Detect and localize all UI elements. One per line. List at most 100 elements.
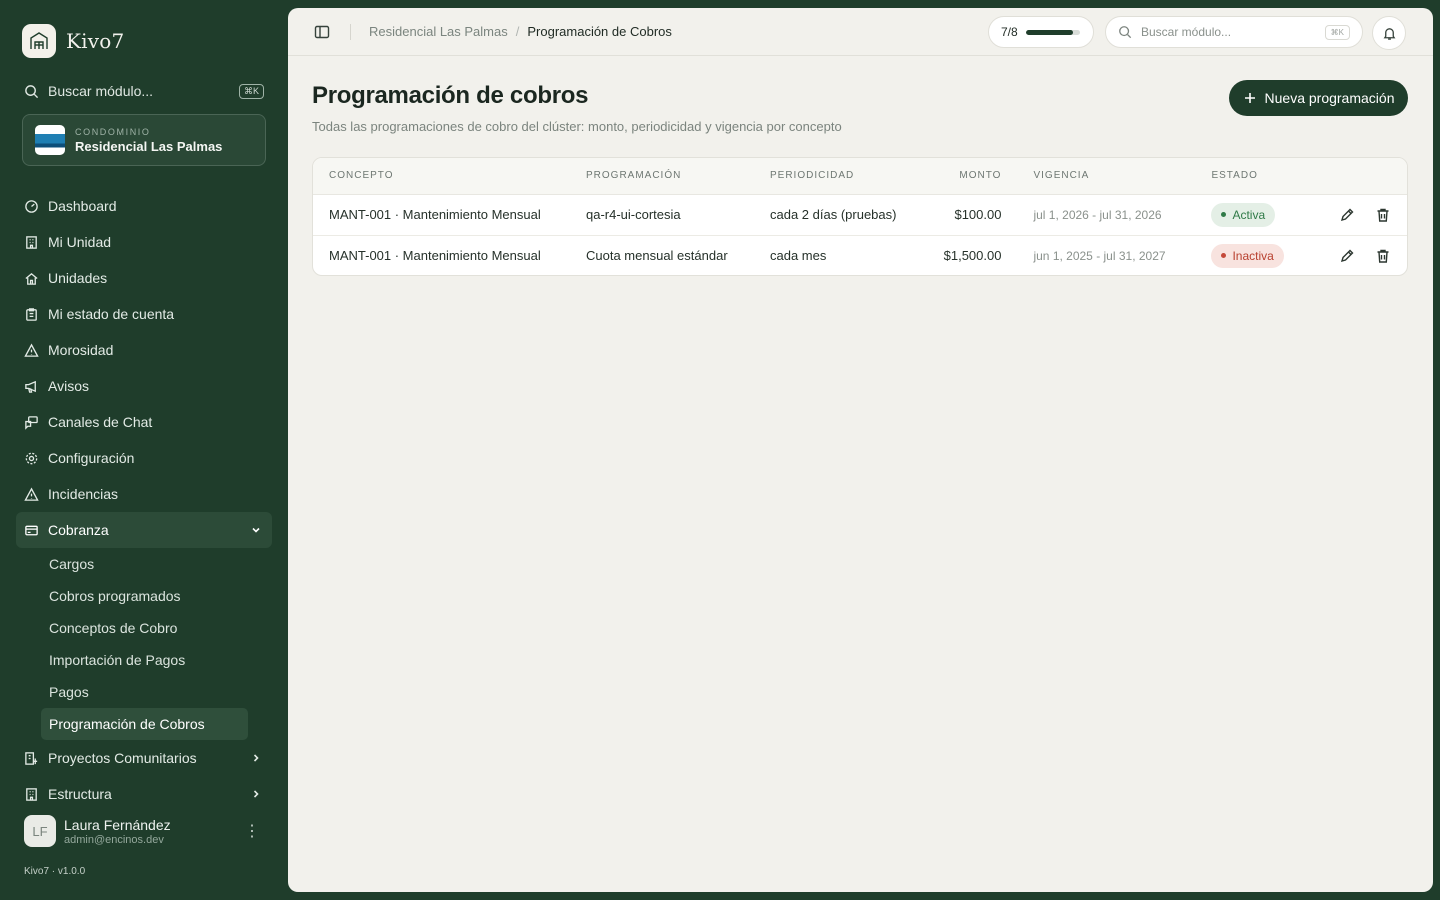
shortcut-badge: ⌘K bbox=[1324, 24, 1350, 40]
cell-estado: Activa bbox=[1195, 194, 1307, 235]
gear-icon bbox=[25, 452, 38, 464]
building-icon bbox=[26, 787, 37, 801]
sidebar-item-avisos[interactable]: Avisos bbox=[16, 368, 272, 404]
status-dot bbox=[1221, 212, 1227, 217]
sidebar-subitem-cobros-programados[interactable]: Cobros programados bbox=[41, 580, 248, 612]
avatar: LF bbox=[24, 815, 56, 847]
condo-switcher[interactable]: CONDOMINIO Residencial Las Palmas bbox=[22, 114, 266, 166]
main-panel: Residencial Las Palmas / Programación de… bbox=[288, 8, 1433, 892]
column-header-actions bbox=[1307, 158, 1407, 194]
column-header[interactable]: VIGENCIA bbox=[1017, 158, 1195, 194]
edit-button[interactable] bbox=[1339, 207, 1355, 223]
sidebar: Kivo7 Buscar módulo... ⌘K CONDOMINIO Res… bbox=[0, 0, 288, 900]
cell-periodicidad: cada mes bbox=[770, 248, 827, 264]
divider bbox=[350, 23, 351, 40]
sidebar-subitem-conceptos-cobro[interactable]: Conceptos de Cobro bbox=[41, 612, 248, 644]
cell-estado: Inactiva bbox=[1195, 235, 1307, 275]
breadcrumb-parent[interactable]: Residencial Las Palmas bbox=[369, 24, 508, 39]
onboarding-progress[interactable]: 7/8 bbox=[988, 16, 1094, 48]
cell-actions bbox=[1307, 194, 1407, 235]
condo-kicker: CONDOMINIO bbox=[75, 126, 151, 137]
pencil-icon bbox=[1340, 249, 1354, 262]
topbar: Residencial Las Palmas / Programación de… bbox=[288, 8, 1433, 56]
sidebar-toggle-button[interactable] bbox=[312, 22, 332, 42]
trash-icon bbox=[1377, 208, 1389, 222]
sidebar-subitem-importacion-pagos[interactable]: Importación de Pagos bbox=[41, 644, 248, 676]
delete-button[interactable] bbox=[1375, 207, 1391, 223]
breadcrumb-current: Programación de Cobros bbox=[527, 24, 672, 39]
sidebar-item-label: Incidencias bbox=[48, 486, 119, 502]
user-menu[interactable]: LF Laura Fernández admin@encinos.dev ⋮ bbox=[24, 815, 268, 847]
sidebar-item-label: Configuración bbox=[48, 450, 135, 466]
warning-icon bbox=[24, 342, 39, 357]
sidebar-item-label: Estructura bbox=[48, 786, 112, 802]
sidebar-search[interactable]: Buscar módulo... ⌘K bbox=[24, 80, 264, 102]
sidebar-subitem-cargos[interactable]: Cargos bbox=[41, 548, 248, 580]
status-badge: Activa bbox=[1211, 202, 1276, 227]
new-schedule-button[interactable]: Nueva programación bbox=[1229, 80, 1408, 116]
sidebar-item-configuracion[interactable]: Configuración bbox=[16, 440, 272, 476]
search-icon bbox=[1119, 26, 1132, 39]
sidebar-nav: Dashboard Mi Unidad Unidades Mi estado d… bbox=[16, 188, 272, 812]
cell-programacion: Cuota mensual estándar bbox=[586, 248, 728, 264]
sidebar-item-morosidad[interactable]: Morosidad bbox=[16, 332, 272, 368]
chevron-down-icon bbox=[252, 527, 260, 533]
plus-icon bbox=[1244, 93, 1255, 103]
gauge-icon bbox=[25, 199, 38, 213]
column-header[interactable]: ESTADO bbox=[1195, 158, 1307, 194]
pencil-icon bbox=[1340, 208, 1354, 221]
status-dot bbox=[1221, 253, 1227, 259]
building-plus-icon bbox=[25, 751, 38, 765]
cell-concepto: MANT-001 · Mantenimiento Mensual bbox=[329, 248, 541, 264]
sidebar-subitem-programacion-cobros[interactable]: Programación de Cobros bbox=[41, 708, 248, 740]
table-row[interactable]: MANT-001 · Mantenimiento Mensual qa-r4-u… bbox=[313, 194, 1407, 235]
sidebar-item-estructura[interactable]: Estructura bbox=[16, 776, 272, 812]
cobranza-submenu: Cargos Cobros programados Conceptos de C… bbox=[16, 548, 272, 740]
sidebar-toggle-icon bbox=[314, 25, 330, 38]
sidebar-item-canales-chat[interactable]: Canales de Chat bbox=[16, 404, 272, 440]
sidebar-item-estado-cuenta[interactable]: Mi estado de cuenta bbox=[16, 296, 272, 332]
status-badge: Inactiva bbox=[1211, 243, 1284, 268]
cell-vigencia: jun 1, 2025 - jul 31, 2027 bbox=[1033, 248, 1166, 263]
search-icon bbox=[25, 84, 39, 98]
kebab-menu-icon[interactable]: ⋮ bbox=[244, 821, 260, 841]
new-schedule-label: Nueva programación bbox=[1264, 90, 1395, 106]
home-icon bbox=[25, 272, 38, 285]
sidebar-item-label: Morosidad bbox=[48, 342, 114, 358]
notifications-button[interactable] bbox=[1372, 16, 1406, 50]
sidebar-item-dashboard[interactable]: Dashboard bbox=[16, 188, 272, 224]
breadcrumb: Residencial Las Palmas / Programación de… bbox=[369, 24, 672, 39]
brand[interactable]: Kivo7 bbox=[22, 24, 124, 58]
trash-icon bbox=[1377, 249, 1389, 263]
sidebar-item-label: Mi estado de cuenta bbox=[48, 306, 175, 322]
sidebar-item-incidencias[interactable]: Incidencias bbox=[16, 476, 272, 512]
column-header[interactable]: CONCEPTO bbox=[313, 158, 570, 194]
delete-button[interactable] bbox=[1375, 248, 1391, 264]
cell-actions bbox=[1307, 235, 1407, 275]
megaphone-icon bbox=[25, 380, 36, 393]
warning-icon bbox=[24, 486, 39, 501]
column-header[interactable]: MONTO bbox=[912, 158, 1017, 194]
table-header-row: CONCEPTO PROGRAMACIÓN PERIODICIDAD MONTO… bbox=[313, 158, 1407, 194]
column-header[interactable]: PROGRAMACIÓN bbox=[570, 158, 754, 194]
chevron-right-icon bbox=[253, 790, 259, 798]
sidebar-item-unidades[interactable]: Unidades bbox=[16, 260, 272, 296]
condo-name: Residencial Las Palmas bbox=[75, 138, 223, 154]
cell-periodicidad: cada 2 días (pruebas) bbox=[770, 207, 897, 222]
table-row[interactable]: MANT-001 · Mantenimiento Mensual Cuota m… bbox=[313, 235, 1407, 275]
column-header[interactable]: PERIODICIDAD bbox=[754, 158, 912, 194]
sidebar-item-label: Mi Unidad bbox=[48, 234, 112, 250]
edit-button[interactable] bbox=[1339, 248, 1355, 264]
sidebar-subitem-pagos[interactable]: Pagos bbox=[41, 676, 248, 708]
sidebar-item-proyectos[interactable]: Proyectos Comunitarios bbox=[16, 740, 272, 776]
sidebar-item-label: Canales de Chat bbox=[48, 414, 153, 430]
user-name: Laura Fernández bbox=[64, 816, 171, 833]
condo-image bbox=[35, 125, 65, 155]
brand-name: Kivo7 bbox=[66, 29, 125, 53]
sidebar-item-cobranza[interactable]: Cobranza bbox=[16, 512, 272, 548]
sidebar-item-mi-unidad[interactable]: Mi Unidad bbox=[16, 224, 272, 260]
page-subtitle: Todas las programaciones de cobro del cl… bbox=[312, 119, 842, 134]
bell-icon bbox=[1383, 27, 1395, 40]
search-input[interactable]: Buscar módulo... ⌘K bbox=[1105, 16, 1363, 48]
cell-programacion: qa-r4-ui-cortesia bbox=[586, 207, 681, 222]
